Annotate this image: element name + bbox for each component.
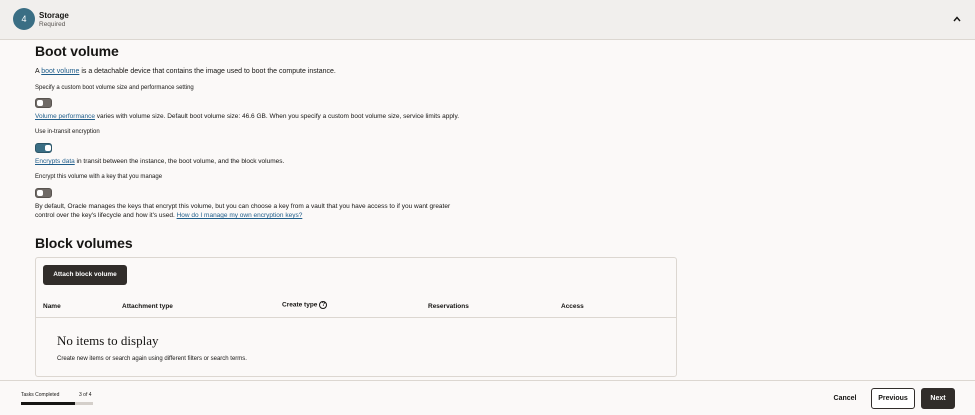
tasks-completed-count: 3 of 4 [79,392,92,398]
step-number-badge: 4 [13,8,35,30]
volume-performance-link[interactable]: Volume performance [35,113,95,120]
header-divider [36,317,676,318]
column-header-name[interactable]: Name [43,303,61,310]
tasks-progress-bar [21,402,93,405]
column-header-attachment-type[interactable]: Attachment type [122,303,173,310]
own-key-label: Encrypt this volume with a key that you … [35,174,163,180]
manage-keys-link[interactable]: How do I manage my own encryption keys? [177,212,303,219]
column-header-reservations[interactable]: Reservations [428,303,469,310]
custom-size-label: Specify a custom boot volume size and pe… [35,85,194,91]
step-title: Storage [39,11,69,20]
next-button[interactable]: Next [921,388,955,409]
toggle-knob [37,100,43,106]
step-header[interactable]: 4 Storage Required [0,0,975,40]
custom-size-toggle[interactable] [35,98,52,108]
toggle-knob [45,145,51,151]
empty-state-subtitle: Create new items or search again using d… [57,356,247,362]
block-volumes-heading: Block volumes [35,235,133,251]
boot-volume-link[interactable]: boot volume [41,68,79,75]
own-key-help-line2: control over the key's lifecycle and how… [35,212,303,219]
block-volumes-table: Attach block volume Name Attachment type… [35,257,677,377]
custom-size-help: Volume performance varies with volume si… [35,113,460,120]
toggle-knob [37,190,43,196]
empty-state-title: No items to display [57,333,159,348]
tasks-completed-label: Tasks Completed [21,392,60,398]
tasks-progress-fill [21,402,75,405]
encrypts-data-link[interactable]: Encrypts data [35,158,75,165]
cancel-button[interactable]: Cancel [826,388,864,409]
column-header-access[interactable]: Access [561,303,584,310]
chevron-up-icon[interactable] [950,12,964,26]
column-header-create-type[interactable]: Create type? [282,301,328,309]
boot-volume-intro: A boot volume is a detachable device tha… [35,68,336,75]
help-icon[interactable]: ? [319,301,328,309]
previous-button[interactable]: Previous [871,388,915,409]
own-key-toggle[interactable] [35,188,52,198]
in-transit-toggle[interactable] [35,143,52,153]
wizard-footer: Tasks Completed 3 of 4 Cancel Previous N… [0,380,975,415]
attach-block-volume-button[interactable]: Attach block volume [43,265,127,285]
boot-volume-heading: Boot volume [35,43,119,59]
in-transit-label: Use in-transit encryption [35,129,100,135]
step-subtitle: Required [39,21,66,28]
in-transit-help: Encrypts data in transit between the ins… [35,158,285,165]
